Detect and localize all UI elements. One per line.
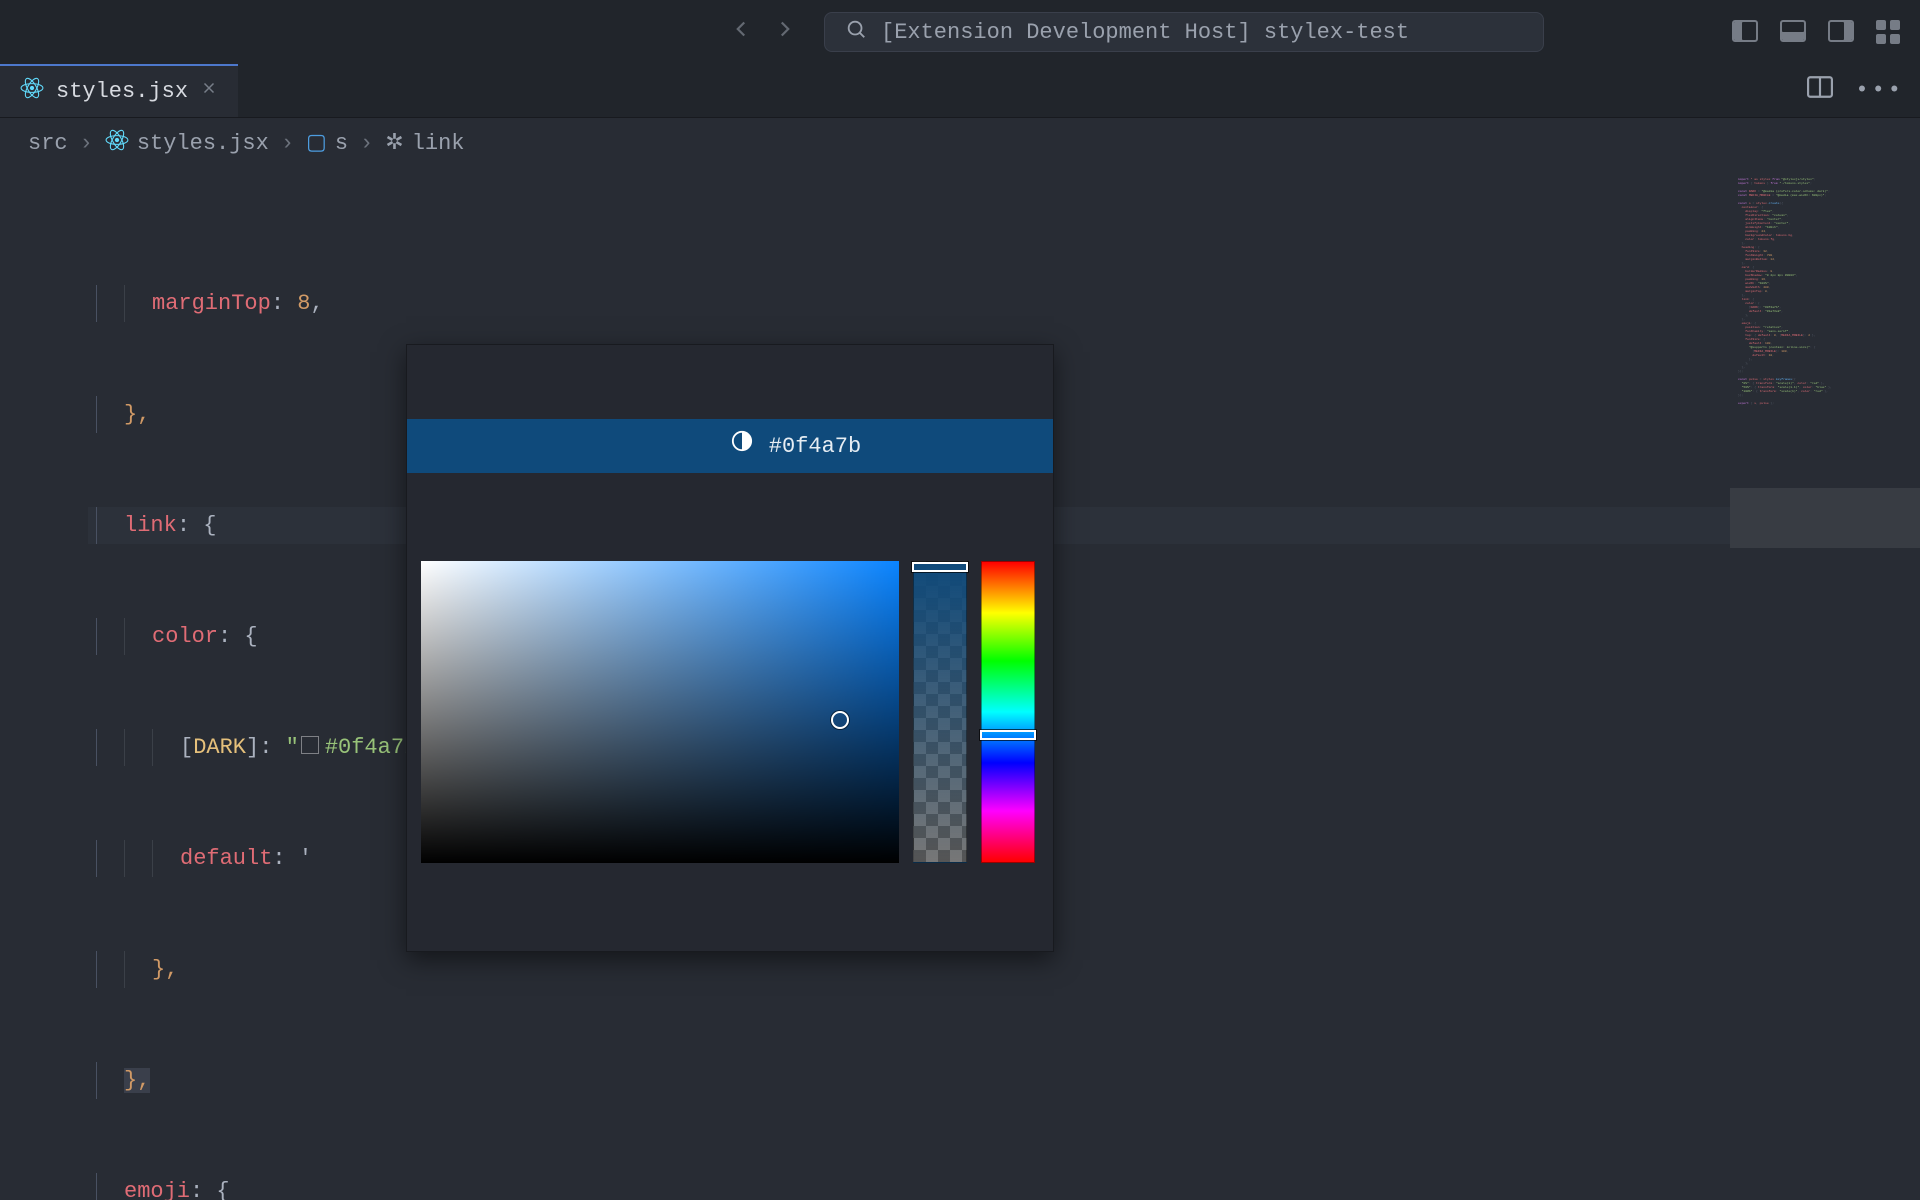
split-editor-icon[interactable] [1807, 76, 1833, 105]
symbol-variable-icon: ▢ [306, 130, 327, 156]
hue-slider[interactable] [981, 561, 1035, 863]
tab-label: styles.jsx [56, 79, 188, 104]
tab-styles-jsx[interactable]: styles.jsx [0, 64, 238, 117]
close-icon[interactable] [200, 79, 218, 104]
hue-handle[interactable] [980, 730, 1036, 740]
crumb-symbol-s[interactable]: ▢ s [306, 130, 348, 156]
chevron-right-icon: › [360, 131, 373, 156]
editor-actions: ••• [1807, 64, 1904, 117]
minimap-content: import * as stylex from "@stylexjs/style… [1738, 178, 1912, 406]
color-picker-body [407, 547, 1053, 877]
breadcrumb[interactable]: src › styles.jsx › ▢ s › ✲ link [0, 118, 1920, 168]
color-picker-hex: #0f4a7b [769, 428, 861, 465]
history-nav [728, 16, 798, 49]
nav-forward-icon[interactable] [772, 16, 798, 49]
token-property: marginTop [152, 291, 271, 316]
toggle-primary-sidebar-icon[interactable] [1732, 20, 1758, 42]
editor[interactable]: marginTop: 8, }, link: { color: { [DARK]… [0, 168, 1920, 1200]
toggle-panel-icon[interactable] [1780, 20, 1806, 42]
saturation-value-area[interactable] [421, 561, 899, 863]
layout-controls [1732, 20, 1900, 44]
command-center[interactable]: [Extension Development Host] stylex-test [824, 12, 1544, 52]
react-file-icon [105, 128, 129, 159]
line-number-gutter [0, 168, 88, 1200]
color-picker-header[interactable]: #0f4a7b [407, 419, 1053, 473]
title-bar: [Extension Development Host] stylex-test [0, 0, 1920, 64]
customize-layout-icon[interactable] [1876, 20, 1900, 44]
react-file-icon [20, 76, 44, 107]
alpha-slider[interactable] [913, 561, 967, 863]
code-area[interactable]: marginTop: 8, }, link: { color: { [DARK]… [88, 168, 1730, 1200]
command-center-label: [Extension Development Host] stylex-test [881, 20, 1409, 45]
sv-cursor[interactable] [831, 711, 849, 729]
nav-back-icon[interactable] [728, 16, 754, 49]
more-actions-icon[interactable]: ••• [1855, 78, 1904, 103]
color-picker[interactable]: #0f4a7b [406, 344, 1054, 952]
symbol-property-icon: ✲ [385, 130, 403, 156]
minimap[interactable]: import * as stylex from "@stylexjs/style… [1730, 168, 1920, 1200]
crumb-symbol-link[interactable]: ✲ link [385, 130, 464, 156]
minimap-viewport[interactable] [1730, 488, 1920, 548]
color-swatch-dark[interactable] [301, 736, 319, 754]
crumb-src[interactable]: src [28, 131, 68, 156]
search-icon [845, 18, 867, 47]
crumb-file[interactable]: styles.jsx [105, 128, 269, 159]
chevron-right-icon: › [281, 131, 294, 156]
editor-tabs: styles.jsx ••• [0, 64, 1920, 118]
chevron-right-icon: › [80, 131, 93, 156]
alpha-handle[interactable] [912, 562, 968, 572]
contrast-icon [599, 391, 753, 502]
toggle-secondary-sidebar-icon[interactable] [1828, 20, 1854, 42]
